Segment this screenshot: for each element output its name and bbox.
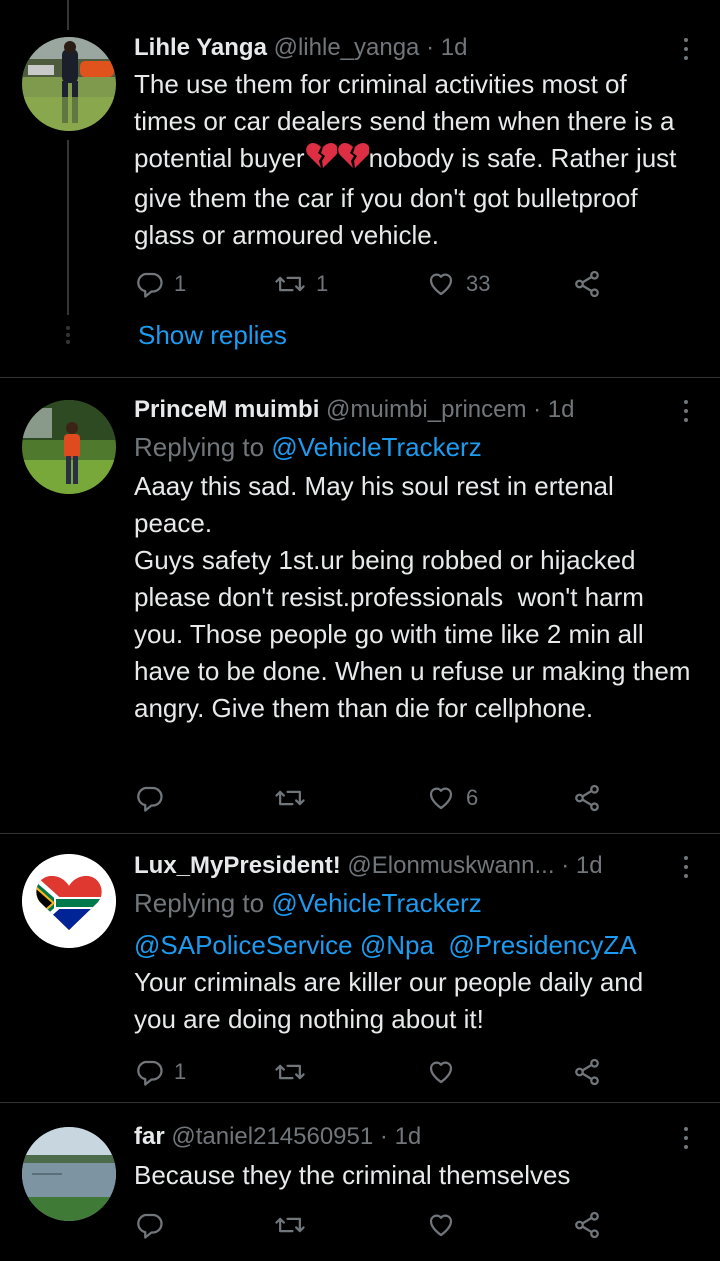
tweet[interactable]: PrinceM muimbi @muimbi_princem · 1d Repl… — [0, 378, 720, 833]
avatar[interactable] — [22, 1127, 116, 1221]
like-button[interactable]: 6 — [426, 780, 478, 816]
display-name[interactable]: far — [134, 1123, 165, 1150]
reply-count: 1 — [174, 1059, 187, 1084]
like-button[interactable] — [426, 1054, 466, 1090]
like-count: 6 — [466, 785, 479, 810]
share-icon — [575, 784, 599, 812]
retweet-icon — [275, 276, 305, 292]
tweet-header: PrinceM muimbi @muimbi_princem · 1d — [134, 392, 692, 428]
replying-to: Replying to @VehicleTrackerz — [134, 884, 692, 922]
like-button[interactable]: 33 — [426, 266, 490, 302]
share-button[interactable] — [572, 266, 602, 302]
reply-button[interactable]: 1 — [134, 266, 186, 302]
retweet-icon — [275, 1064, 305, 1080]
tweet[interactable]: Lihle Yanga @lihle_yanga · 1d The use th… — [0, 0, 720, 378]
retweet-icon — [275, 790, 305, 806]
like-count: 33 — [466, 271, 491, 296]
like-button[interactable] — [426, 1207, 466, 1243]
tweet-text: Your criminals are killer our people dai… — [134, 967, 651, 1034]
retweet-count: 1 — [316, 271, 329, 296]
reply-button[interactable] — [134, 780, 174, 816]
tweet-header: Lux_MyPresident! @Elonmuskwann... · 1d — [134, 848, 692, 884]
tweet[interactable]: Lux_MyPresident! @Elonmuskwann... · 1d R… — [0, 834, 720, 1102]
broken-heart-emoji-icon — [337, 142, 370, 180]
like-icon — [429, 1061, 453, 1084]
avatar[interactable] — [22, 400, 116, 494]
reply-count: 1 — [174, 271, 187, 296]
show-replies-link[interactable]: Show replies — [138, 320, 287, 351]
avatar[interactable] — [22, 854, 116, 948]
mention-link[interactable]: @PresidencyZA — [448, 930, 636, 960]
tweet-header: Lihle Yanga @lihle_yanga · 1d — [134, 30, 692, 66]
handle[interactable]: @Elonmuskwann... — [347, 852, 554, 879]
avatar[interactable] — [22, 37, 116, 131]
retweet-icon — [275, 1217, 305, 1233]
like-icon — [429, 273, 453, 296]
display-name[interactable]: Lux_MyPresident! — [134, 852, 341, 879]
like-icon — [429, 1214, 453, 1237]
reply-icon — [137, 1060, 163, 1086]
reply-icon — [137, 786, 163, 812]
tweet-text: Because they the criminal themselves — [134, 1160, 571, 1190]
share-button[interactable] — [572, 1054, 602, 1090]
tweet-text: Aaay this sad. May his soul rest in erte… — [134, 471, 691, 723]
display-name[interactable]: PrinceM muimbi — [134, 396, 319, 423]
timestamp[interactable]: · 1d — [533, 396, 574, 423]
broken-heart-emoji-icon — [305, 142, 338, 180]
timestamp[interactable]: · 1d — [380, 1123, 421, 1150]
mention-link[interactable]: @SAPoliceService — [134, 930, 353, 960]
share-icon — [575, 270, 599, 298]
handle[interactable]: @lihle_yanga — [274, 34, 420, 61]
share-icon — [575, 1211, 599, 1239]
handle[interactable]: @muimbi_princem — [326, 396, 526, 423]
retweet-button[interactable] — [274, 1054, 316, 1090]
timestamp[interactable]: · 1d — [561, 852, 602, 879]
retweet-button[interactable]: 1 — [274, 266, 328, 302]
retweet-button[interactable] — [274, 780, 316, 816]
timestamp[interactable]: · 1d — [426, 34, 467, 61]
reply-icon — [137, 272, 163, 298]
reply-target-link[interactable]: @VehicleTrackerz — [271, 432, 481, 462]
mention-link[interactable]: @Npa — [360, 930, 434, 960]
handle[interactable]: @taniel214560951 — [171, 1123, 373, 1150]
like-icon — [429, 787, 453, 810]
reply-icon — [137, 1213, 163, 1239]
reply-target-link[interactable]: @VehicleTrackerz — [271, 888, 481, 918]
replying-to-label: Replying to — [134, 432, 272, 462]
replying-to: Replying to @VehicleTrackerz — [134, 428, 692, 466]
mentions-line: @SAPoliceService @Npa @PresidencyZA — [134, 926, 692, 964]
share-icon — [575, 1058, 599, 1086]
retweet-button[interactable] — [274, 1207, 316, 1243]
share-button[interactable] — [572, 780, 602, 816]
display-name[interactable]: Lihle Yanga — [134, 34, 267, 61]
tweet-text: The use them for criminal activities mos… — [134, 66, 692, 254]
reply-button[interactable] — [134, 1207, 174, 1243]
reply-button[interactable]: 1 — [134, 1054, 186, 1090]
tweet[interactable]: far @taniel214560951 · 1d Because they t… — [0, 1103, 720, 1261]
replying-to-label: Replying to — [134, 888, 272, 918]
share-button[interactable] — [572, 1207, 602, 1243]
tweet-header: far @taniel214560951 · 1d — [134, 1119, 692, 1155]
